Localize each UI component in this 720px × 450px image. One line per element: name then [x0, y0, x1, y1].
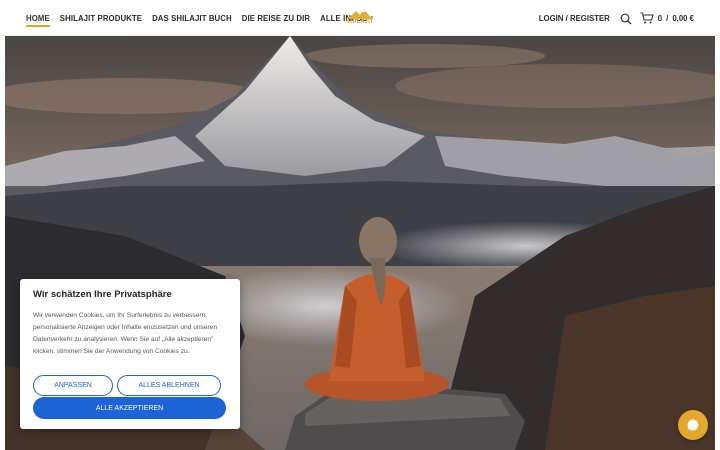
- site-header: HOME SHILAJIT PRODUKTE DAS SHILAJIT BUCH…: [0, 0, 720, 36]
- search-icon: [620, 13, 632, 25]
- nav-item-home[interactable]: HOME: [26, 13, 50, 27]
- nav-item-reise-zu-dir[interactable]: DIE REISE ZU DIR: [242, 14, 310, 23]
- main-nav: HOME SHILAJIT PRODUKTE DAS SHILAJIT BUCH…: [26, 0, 375, 36]
- nav-item-shilajit-buch[interactable]: DAS SHILAJIT BUCH: [152, 14, 232, 23]
- nav-item-label: SHILAJIT PRODUKTE: [59, 13, 143, 23]
- reject-all-button[interactable]: ALLES ABLEHNEN: [117, 375, 221, 396]
- mountain-logo-icon: [348, 9, 372, 19]
- nav-item-label: DAS SHILAJIT BUCH: [152, 13, 232, 23]
- cookie-title: Wir schätzen Ihre Privatsphäre: [33, 289, 172, 300]
- cart-count: 0: [657, 13, 663, 23]
- chat-icon: [687, 419, 699, 431]
- chat-button[interactable]: [678, 410, 708, 440]
- site-logo[interactable]: SHILAJIT: [340, 6, 380, 30]
- cart-button[interactable]: 0 / 0,00 €: [640, 12, 694, 24]
- accept-all-button[interactable]: ALLE AKZEPTIEREN: [33, 397, 226, 419]
- cookie-secondary-actions: ANPASSEN ALLES ABLEHNEN: [33, 375, 221, 396]
- customize-button[interactable]: ANPASSEN: [33, 375, 113, 396]
- search-button[interactable]: [620, 12, 632, 25]
- cookie-body-text: Wir verwenden Cookies, um Ihr Surferlebn…: [33, 312, 218, 355]
- cart-total: 0,00 €: [672, 13, 694, 23]
- login-register-link[interactable]: LOGIN / REGISTER: [539, 14, 610, 23]
- nav-item-label: DIE REISE ZU DIR: [241, 13, 311, 23]
- cart-separator: /: [666, 13, 669, 23]
- cookie-consent-dialog: Wir schätzen Ihre Privatsphäre Wir verwe…: [20, 279, 240, 429]
- logo-text: SHILAJIT: [346, 19, 374, 25]
- nav-item-label: HOME: [26, 13, 50, 23]
- header-actions: LOGIN / REGISTER 0 / 0,00 €: [539, 0, 694, 36]
- cart-icon: [640, 12, 654, 24]
- nav-item-shilajit-produkte[interactable]: SHILAJIT PRODUKTE: [60, 14, 142, 23]
